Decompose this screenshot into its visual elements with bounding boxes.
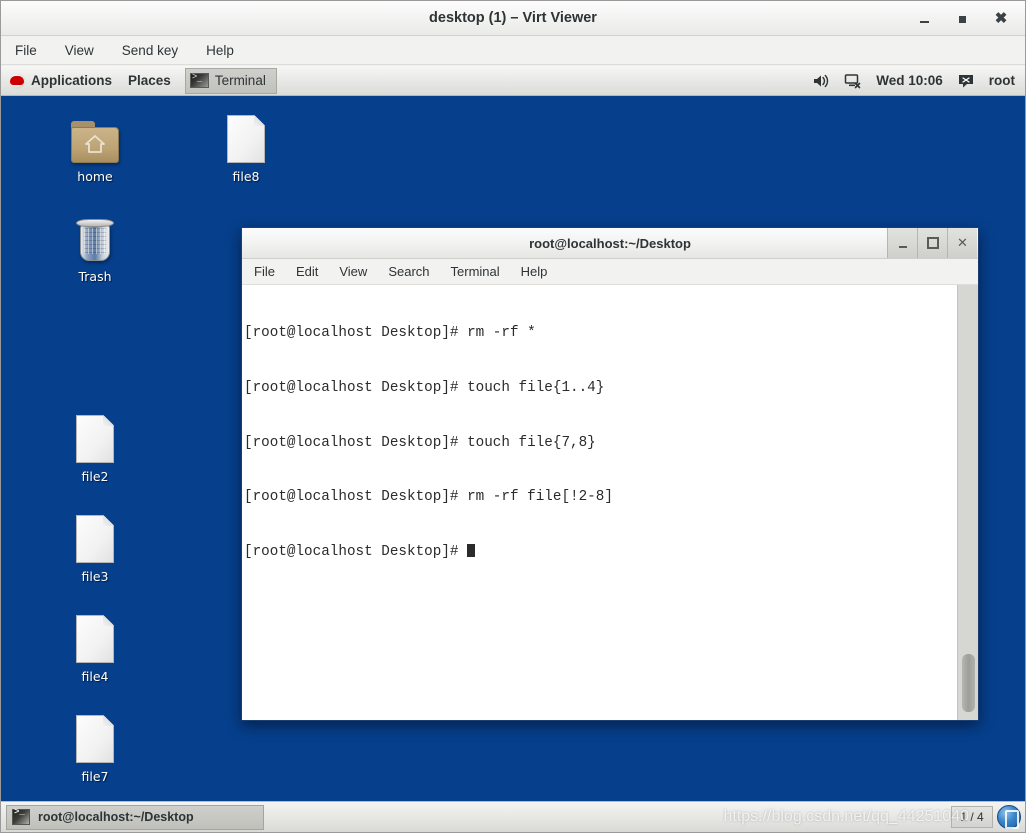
viewer-menu-send-key[interactable]: Send key (118, 41, 182, 60)
terminal-icon (12, 807, 30, 825)
viewer-maximize-button[interactable] (955, 11, 971, 27)
workspace-switcher[interactable]: 1 / 4 (951, 806, 993, 828)
viewer-close-icon[interactable]: ✖ (993, 10, 1009, 27)
document-icon (50, 511, 140, 563)
viewer-window-controls: ✖ (917, 1, 1017, 36)
top-panel-right: Wed 10:06 root (812, 66, 1025, 96)
terminal-window[interactable]: root@localhost:~/Desktop ✕ File Edit Vie… (241, 227, 979, 721)
terminal-prompt: [root@localhost Desktop]# (244, 543, 468, 560)
terminal-scrollbar[interactable] (957, 285, 978, 720)
viewer-menu-file[interactable]: File (11, 41, 41, 60)
desktop-icon-home[interactable]: home (50, 111, 140, 184)
show-desktop-icon[interactable] (997, 805, 1021, 829)
viewer-minimize-button[interactable] (917, 11, 933, 27)
places-menu-label: Places (128, 72, 171, 88)
terminal-line: [root@localhost Desktop]# rm -rf * (244, 325, 536, 342)
terminal-menu-terminal[interactable]: Terminal (449, 264, 502, 279)
document-icon (50, 711, 140, 763)
viewer-menu-view[interactable]: View (61, 41, 98, 60)
terminal-cursor (467, 543, 476, 557)
trash-icon (50, 211, 140, 263)
terminal-window-controls: ✕ (887, 228, 977, 258)
viewer-menubar: File View Send key Help (1, 37, 1025, 65)
desktop-icon-label: home (77, 169, 113, 184)
gnome-top-panel: Applications Places Terminal (1, 66, 1025, 96)
watermark: https://blog.csdn.net/qq_44251040 (723, 807, 969, 825)
terminal-menu-search[interactable]: Search (386, 264, 431, 279)
document-icon (201, 111, 291, 163)
gnome-bottom-panel: root@localhost:~/Desktop https://blog.cs… (1, 801, 1025, 832)
terminal-output-area[interactable]: [root@localhost Desktop]# rm -rf * [root… (242, 285, 978, 720)
top-panel-left: Applications Places Terminal (1, 66, 277, 96)
terminal-prompt-line: [root@localhost Desktop]# (244, 543, 956, 561)
desktop-icon-label: file8 (232, 169, 260, 184)
desktop-icon-label: Trash (78, 269, 112, 284)
desktop-icon-label: file7 (81, 769, 109, 784)
terminal-menu-file[interactable]: File (252, 264, 277, 279)
taskbar-item-label: root@localhost:~/Desktop (38, 810, 194, 824)
terminal-title: root@localhost:~/Desktop (529, 236, 691, 251)
terminal-minimize-button[interactable] (887, 228, 917, 258)
volume-icon[interactable] (812, 72, 830, 90)
document-icon (50, 411, 140, 463)
user-menu[interactable]: root (989, 73, 1015, 88)
document-icon (50, 611, 140, 663)
terminal-close-button[interactable]: ✕ (947, 228, 977, 258)
terminal-titlebar[interactable]: root@localhost:~/Desktop ✕ (242, 228, 978, 259)
terminal-menubar: File Edit View Search Terminal Help (242, 259, 978, 285)
taskbar-item-terminal[interactable]: root@localhost:~/Desktop (6, 804, 264, 830)
terminal-scrollbar-thumb[interactable] (962, 654, 975, 712)
applications-menu-label: Applications (31, 72, 113, 88)
applications-menu[interactable]: Applications (1, 66, 120, 96)
viewer-menu-help[interactable]: Help (202, 41, 238, 60)
terminal-menu-help[interactable]: Help (519, 264, 550, 279)
terminal-line: [root@localhost Desktop]# touch file{1..… (244, 380, 605, 396)
viewer-title: desktop (1) – Virt Viewer (429, 10, 597, 26)
terminal-menu-view[interactable]: View (337, 264, 369, 279)
desktop-icon-trash[interactable]: Trash (50, 211, 140, 284)
chat-icon[interactable] (957, 72, 975, 90)
terminal-text: [root@localhost Desktop]# rm -rf * [root… (244, 288, 956, 597)
places-menu[interactable]: Places (120, 66, 179, 96)
desktop-icon-file8[interactable]: file8 (201, 111, 291, 184)
viewer-titlebar: desktop (1) – Virt Viewer ✖ (1, 1, 1025, 36)
terminal-icon (189, 72, 209, 88)
window-list-item-label: Terminal (214, 73, 266, 88)
desktop-icon-file3[interactable]: file3 (50, 511, 140, 584)
window-list-item-terminal[interactable]: Terminal (184, 67, 277, 94)
redhat-logo-icon (9, 72, 25, 89)
terminal-menu-edit[interactable]: Edit (294, 264, 320, 279)
desktop-icon-label: file3 (81, 569, 109, 584)
bottom-panel-right: https://blog.csdn.net/qq_44251040 1 / 4 (723, 802, 1025, 833)
desktop-icon-label: file2 (81, 469, 109, 484)
virt-viewer-window: desktop (1) – Virt Viewer ✖ File View Se… (0, 0, 1026, 833)
terminal-line: [root@localhost Desktop]# rm -rf file[!2… (244, 489, 613, 506)
terminal-line: [root@localhost Desktop]# touch file{7,8… (244, 434, 596, 451)
network-disconnected-icon[interactable] (844, 72, 862, 90)
desktop-icon-file7[interactable]: file7 (50, 711, 140, 784)
desktop-icon-file2[interactable]: file2 (50, 411, 140, 484)
desktop-icon-file4[interactable]: file4 (50, 611, 140, 684)
folder-home-icon (50, 111, 140, 163)
terminal-maximize-button[interactable] (917, 228, 947, 258)
desktop-icon-label: file4 (81, 669, 109, 684)
clock[interactable]: Wed 10:06 (876, 73, 943, 88)
